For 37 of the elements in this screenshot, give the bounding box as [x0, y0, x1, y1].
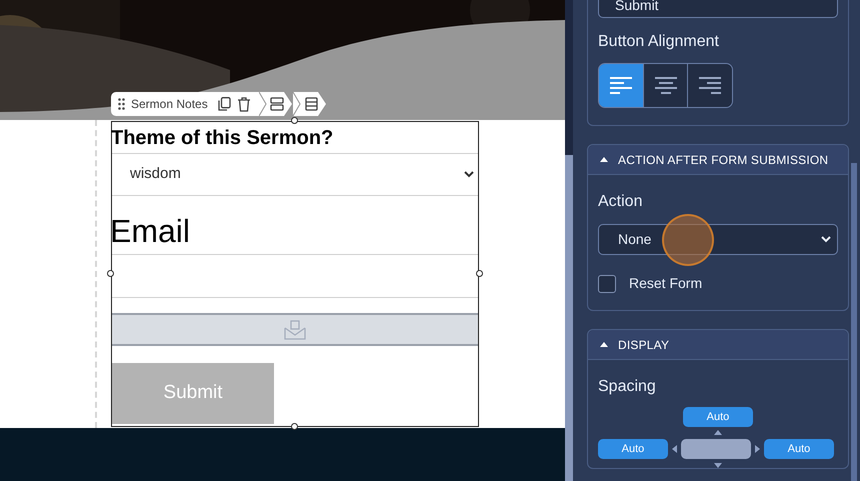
copy-icon[interactable]	[218, 97, 231, 111]
email-input[interactable]	[112, 254, 478, 298]
button-text-field[interactable]: Submit	[598, 0, 838, 18]
align-center-icon	[654, 76, 676, 96]
section-icon[interactable]	[292, 92, 327, 116]
chevron-down-icon	[464, 171, 474, 178]
action-label: Action	[598, 192, 644, 212]
action-select[interactable]: None	[598, 224, 838, 255]
collapse-caret-icon	[600, 342, 608, 347]
alignment-label: Button Alignment	[598, 32, 720, 52]
align-left-icon	[610, 76, 632, 96]
collapse-caret-icon	[600, 157, 608, 162]
arrow-up-icon	[714, 430, 722, 435]
section-header[interactable]: DISPLAY	[588, 330, 848, 360]
reset-checkbox[interactable]	[598, 274, 616, 292]
spacing-center-box	[681, 439, 751, 459]
reset-label: Reset Form	[629, 274, 702, 293]
scrollbar-thumb[interactable]	[565, 155, 573, 481]
section-header[interactable]: ACTION AFTER FORM SUBMISSION	[588, 145, 848, 175]
trash-icon[interactable]	[236, 96, 251, 112]
drag-handle-icon[interactable]	[118, 98, 125, 110]
alignment-button[interactable]	[687, 64, 732, 107]
arrow-left-icon	[672, 445, 677, 453]
arrow-right-icon	[755, 445, 760, 453]
arrow-down-icon	[714, 463, 722, 468]
email-label: Email	[110, 212, 192, 251]
theme-select[interactable]: wisdom	[112, 153, 478, 196]
envelope-icon	[284, 320, 306, 340]
spacing-label: Spacing	[598, 377, 657, 397]
alignment-button[interactable]	[599, 64, 643, 107]
chevron-down-icon	[821, 236, 831, 243]
align-right-icon	[699, 76, 722, 96]
alignment-button[interactable]	[642, 64, 688, 107]
element-name: Sermon Notes	[131, 96, 208, 113]
cursor-highlight	[662, 214, 714, 266]
resize-handle[interactable]	[107, 270, 114, 277]
resize-handle[interactable]	[476, 270, 483, 277]
